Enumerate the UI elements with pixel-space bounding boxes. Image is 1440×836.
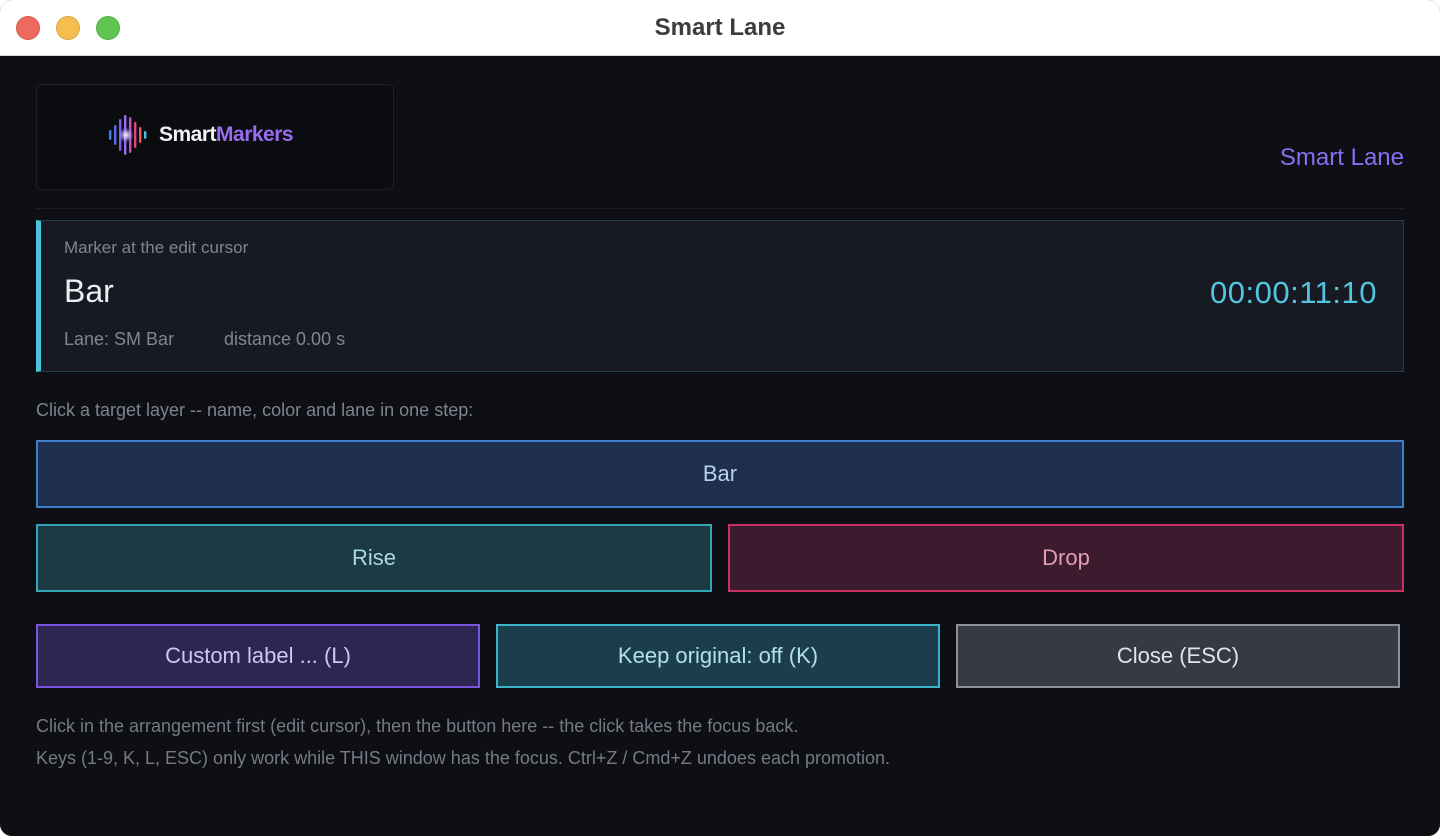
target-rise-button[interactable]: Rise (36, 524, 712, 592)
logo-panel: SmartMarkers (36, 84, 394, 190)
target-drop-button[interactable]: Drop (728, 524, 1404, 592)
waveform-icon (109, 115, 147, 155)
main-content: SmartMarkers Smart Lane Marker at the ed… (0, 56, 1440, 836)
window-title: Smart Lane (654, 14, 786, 41)
target-instruction: Click a target layer -- name, color and … (36, 400, 474, 420)
brand-wordmark: SmartMarkers (159, 123, 294, 146)
marker-lane: Lane: SM Bar (64, 329, 175, 349)
marker-caption: Marker at the edit cursor (64, 238, 249, 257)
target-bar-button[interactable]: Bar (36, 440, 1404, 508)
custom-label-button[interactable]: Custom label ... (L) (36, 624, 480, 688)
marker-name: Bar (64, 273, 114, 309)
footer-note-focus: Click in the arrangement first (edit cur… (36, 716, 799, 736)
marker-info-panel: Marker at the edit cursor Bar 00:00:11:1… (36, 220, 1404, 372)
keep-original-toggle[interactable]: Keep original: off (K) (496, 624, 940, 688)
marker-distance: distance 0.00 s (224, 329, 346, 349)
app-label: Smart Lane (1279, 144, 1404, 171)
header-divider (36, 208, 1404, 209)
title-bar[interactable]: Smart Lane (0, 0, 1440, 56)
marker-timecode: 00:00:11:10 (1210, 275, 1377, 310)
smart-lane-window: Smart Lane SmartMarkers Smart Lane Marke… (0, 0, 1440, 836)
footer-note-keys: Keys (1-9, K, L, ESC) only work while TH… (36, 748, 891, 768)
close-button[interactable]: Close (ESC) (956, 624, 1400, 688)
